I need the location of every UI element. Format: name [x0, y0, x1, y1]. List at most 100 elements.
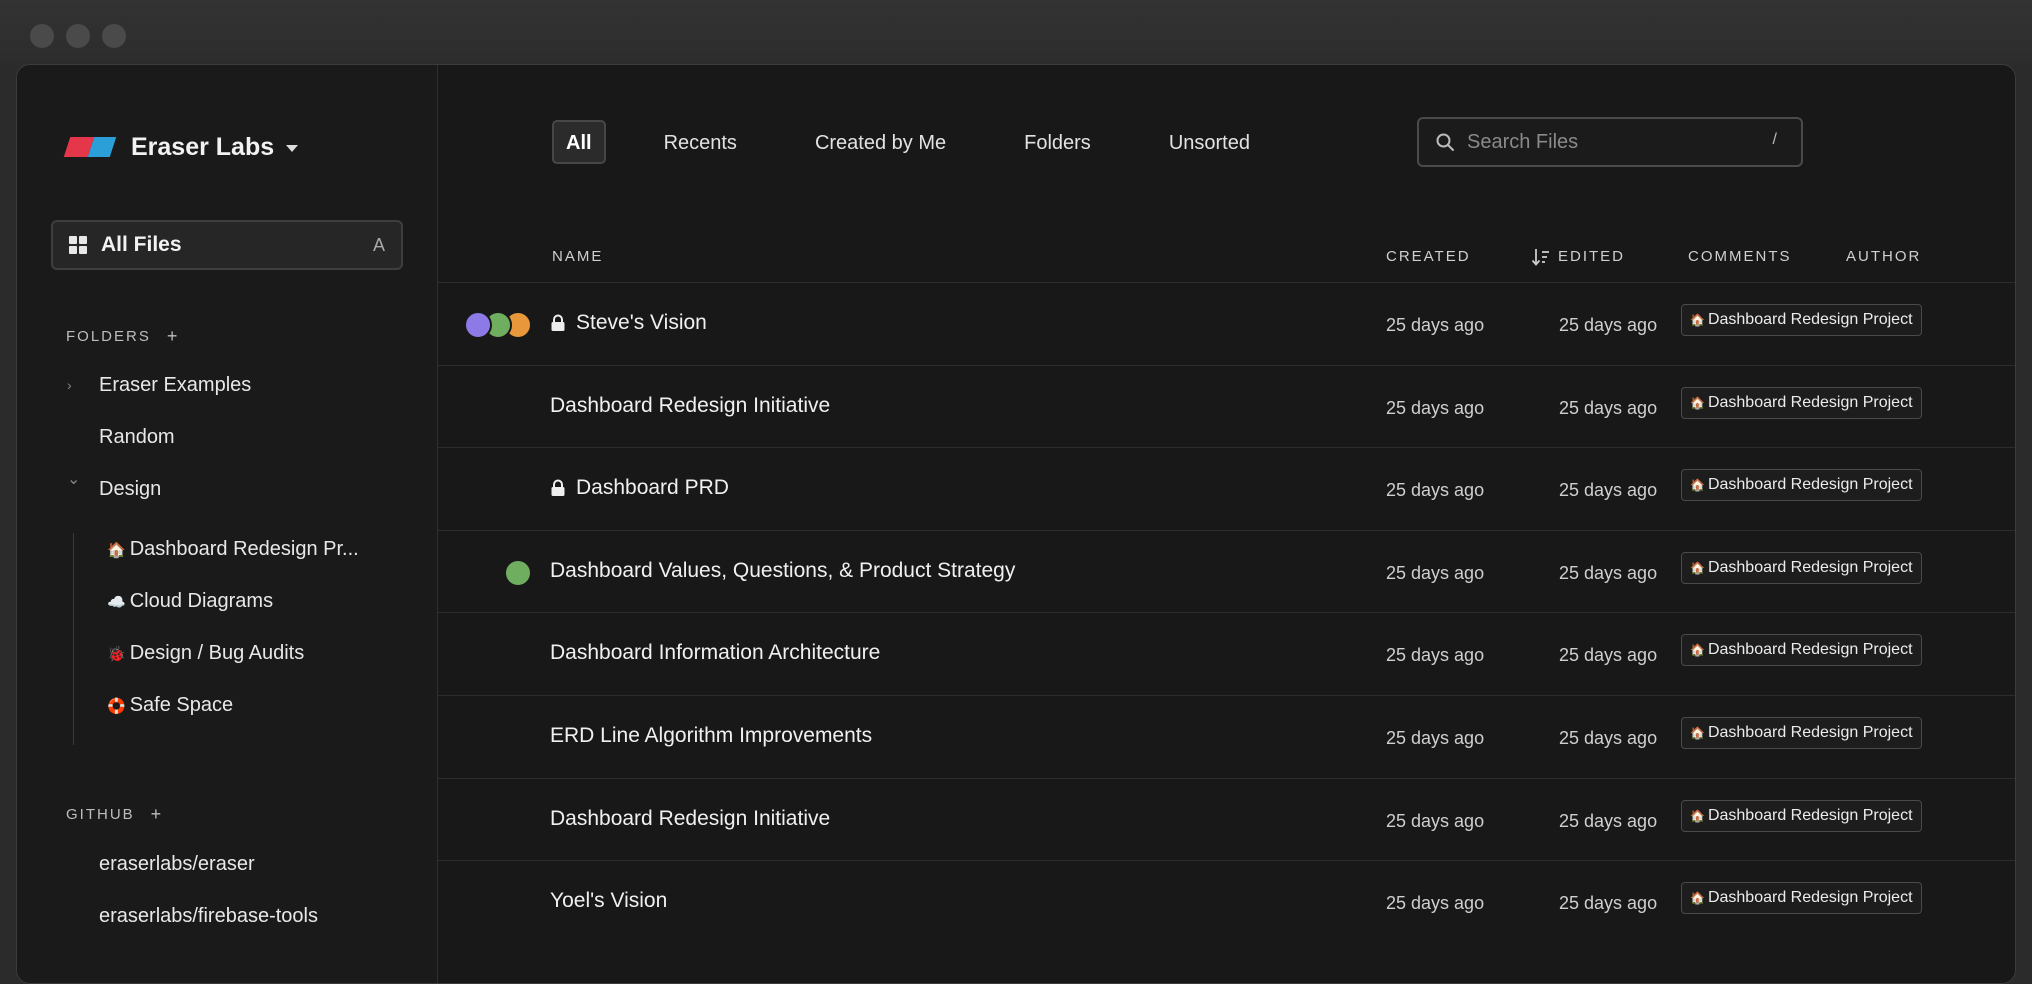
file-title[interactable]: Dashboard Redesign Initiative: [550, 394, 830, 418]
tab-recents[interactable]: Recents: [650, 120, 751, 164]
all-files-button[interactable]: All Files A: [51, 220, 403, 270]
house-icon: 🏠: [1690, 313, 1705, 327]
edited-date: 25 days ago: [1559, 728, 1658, 748]
created-date: 25 days ago: [1386, 315, 1485, 335]
sidebar-folder-design[interactable]: Design: [99, 478, 161, 501]
created-date: 25 days ago: [1386, 893, 1485, 914]
sort-descending-icon[interactable]: [1531, 247, 1551, 267]
sidebar-subfolder-cloud-diagrams[interactable]: ☁️ Cloud Diagrams: [107, 590, 273, 613]
chevron-down-icon[interactable]: ⌄: [67, 469, 80, 489]
avatar: [464, 311, 492, 339]
column-header-author[interactable]: AUTHOR: [1846, 248, 1921, 265]
file-title-text: Dashboard PRD: [576, 476, 729, 500]
tab-unsorted[interactable]: Unsorted: [1155, 120, 1264, 164]
table-row[interactable]: Dashboard PRD 25 days ago 25 days ago 🏠 Dash…: [438, 447, 2015, 530]
add-repo-button[interactable]: +: [151, 804, 162, 825]
app-window: Eraser Labs All Files A FOLDERS + › Eras…: [16, 64, 2016, 984]
created-date: 25 days ago: [1386, 480, 1485, 501]
github-section-header: GITHUB +: [66, 804, 161, 825]
table-row[interactable]: Dashboard Information Architecture 25 day…: [438, 612, 2015, 695]
lock-icon: [551, 314, 565, 331]
edited-date: 25 days ago: [1559, 397, 1658, 418]
table-row[interactable]: Yoel's Vision 25 days ago 25 days ago 🏠 Dash…: [438, 860, 2015, 943]
project-badge[interactable]: 🏠 Dashboard Redesign Project: [1681, 717, 1922, 749]
table-row[interactable]: Dashboard Values, Questions, & Product S…: [438, 529, 2015, 613]
house-icon: 🏠: [1690, 726, 1705, 740]
sidebar-repo-eraser[interactable]: eraserlabs/eraser: [99, 853, 255, 876]
project-badge[interactable]: 🏠 Dashboard Redesign Project: [1681, 799, 1922, 832]
chevron-right-icon[interactable]: ›: [67, 377, 72, 393]
sidebar-folder-random[interactable]: Random: [99, 426, 175, 449]
all-files-shortcut: A: [372, 235, 385, 255]
search-shortcut: /: [1772, 131, 1777, 148]
table-row[interactable]: Steve's Vision 25 days ago 25 days ago 🏠 Das…: [438, 282, 2015, 365]
lock-icon: [551, 479, 565, 497]
search-box[interactable]: /: [1417, 117, 1803, 167]
sidebar: Eraser Labs All Files A FOLDERS + › Eras…: [17, 65, 438, 983]
search-input[interactable]: [1467, 119, 1757, 165]
file-title-text: Steve's Vision: [576, 311, 707, 334]
sidebar-subfolder-design-bug-audits[interactable]: 🐞 Design / Bug Audits: [107, 642, 304, 665]
table-row[interactable]: Dashboard Redesign Initiative 25 days ago…: [438, 777, 2015, 861]
project-badge-label: Dashboard Redesign Project: [1707, 806, 1913, 824]
file-title[interactable]: ERD Line Algorithm Improvements: [550, 724, 872, 748]
house-icon: 🏠: [1690, 643, 1705, 658]
column-header-created[interactable]: CREATED: [1386, 248, 1471, 265]
tab-created-by-me[interactable]: Created by Me: [801, 120, 960, 164]
edited-date: 25 days ago: [1559, 480, 1658, 501]
add-folder-button[interactable]: +: [167, 326, 178, 347]
lifebuoy-icon: 🛟: [107, 697, 126, 715]
table-row[interactable]: ERD Line Algorithm Improvements 25 days a…: [438, 695, 2015, 778]
column-header-name[interactable]: NAME: [552, 248, 603, 265]
file-title[interactable]: Yoel's Vision: [550, 889, 667, 913]
file-title-text: Dashboard Information Architecture: [550, 641, 881, 665]
project-badge[interactable]: 🏠 Dashboard Redesign Project: [1681, 304, 1922, 336]
sidebar-subfolder-dashboard-redesign[interactable]: 🏠 Dashboard Redesign Pr...: [107, 538, 359, 561]
grid-icon: [69, 236, 87, 254]
edited-date: 25 days ago: [1559, 315, 1658, 335]
project-badge[interactable]: 🏠 Dashboard Redesign Project: [1681, 551, 1922, 584]
file-title-text: Dashboard Redesign Initiative: [550, 393, 831, 417]
file-title[interactable]: Dashboard Values, Questions, & Product S…: [550, 559, 1015, 583]
column-header-edited[interactable]: EDITED: [1558, 248, 1625, 265]
sidebar-folder-eraser-examples[interactable]: Eraser Examples: [99, 374, 251, 397]
search-icon: [1436, 133, 1454, 151]
file-title[interactable]: Steve's Vision: [550, 311, 707, 335]
project-badge-label: Dashboard Redesign Project: [1707, 558, 1913, 576]
project-badge-label: Dashboard Redesign Project: [1707, 311, 1913, 328]
workspace-switcher[interactable]: Eraser Labs: [63, 127, 299, 167]
house-icon: 🏠: [1690, 560, 1705, 575]
maximize-window-button[interactable]: [102, 24, 126, 48]
table-row[interactable]: Dashboard Redesign Initiative 25 days ago…: [438, 364, 2015, 448]
sidebar-subfolder-safe-space[interactable]: 🛟 Safe Space: [107, 694, 233, 717]
minimize-window-button[interactable]: [66, 24, 90, 48]
tab-folders[interactable]: Folders: [1010, 120, 1105, 164]
project-badge[interactable]: 🏠 Dashboard Redesign Project: [1681, 882, 1922, 915]
created-date: 25 days ago: [1386, 645, 1485, 666]
tree-guide-line: [73, 533, 74, 745]
created-date: 25 days ago: [1386, 810, 1485, 831]
file-title[interactable]: Dashboard Information Architecture: [550, 641, 880, 665]
subfolder-label: Dashboard Redesign Pr...: [129, 538, 359, 560]
file-title[interactable]: Dashboard Redesign Initiative: [550, 807, 830, 831]
house-icon: 🏠: [107, 541, 126, 559]
edited-date: 25 days ago: [1559, 893, 1658, 914]
column-header-comments[interactable]: COMMENTS: [1688, 248, 1792, 265]
house-icon: 🏠: [1690, 808, 1705, 823]
sidebar-repo-firebase-tools[interactable]: eraserlabs/firebase-tools: [99, 905, 318, 928]
file-title-text: Dashboard Redesign Initiative: [550, 806, 831, 830]
project-badge[interactable]: 🏠 Dashboard Redesign Project: [1681, 469, 1922, 502]
project-badge[interactable]: 🏠 Dashboard Redesign Project: [1681, 634, 1922, 667]
subfolder-label: Design / Bug Audits: [129, 642, 305, 664]
tab-all[interactable]: All: [552, 120, 606, 164]
project-badge[interactable]: 🏠 Dashboard Redesign Project: [1681, 386, 1922, 419]
file-title-text: Dashboard Values, Questions, & Product S…: [550, 558, 1016, 582]
cloud-icon: ☁️: [107, 593, 126, 611]
subfolder-label: Safe Space: [129, 694, 234, 716]
subfolder-label: Cloud Diagrams: [129, 590, 274, 612]
file-title[interactable]: Dashboard PRD: [550, 476, 729, 500]
github-section-label: GITHUB: [66, 806, 135, 823]
house-icon: 🏠: [1690, 891, 1705, 906]
file-title-text: ERD Line Algorithm Improvements: [550, 724, 873, 747]
close-window-button[interactable]: [30, 24, 54, 48]
